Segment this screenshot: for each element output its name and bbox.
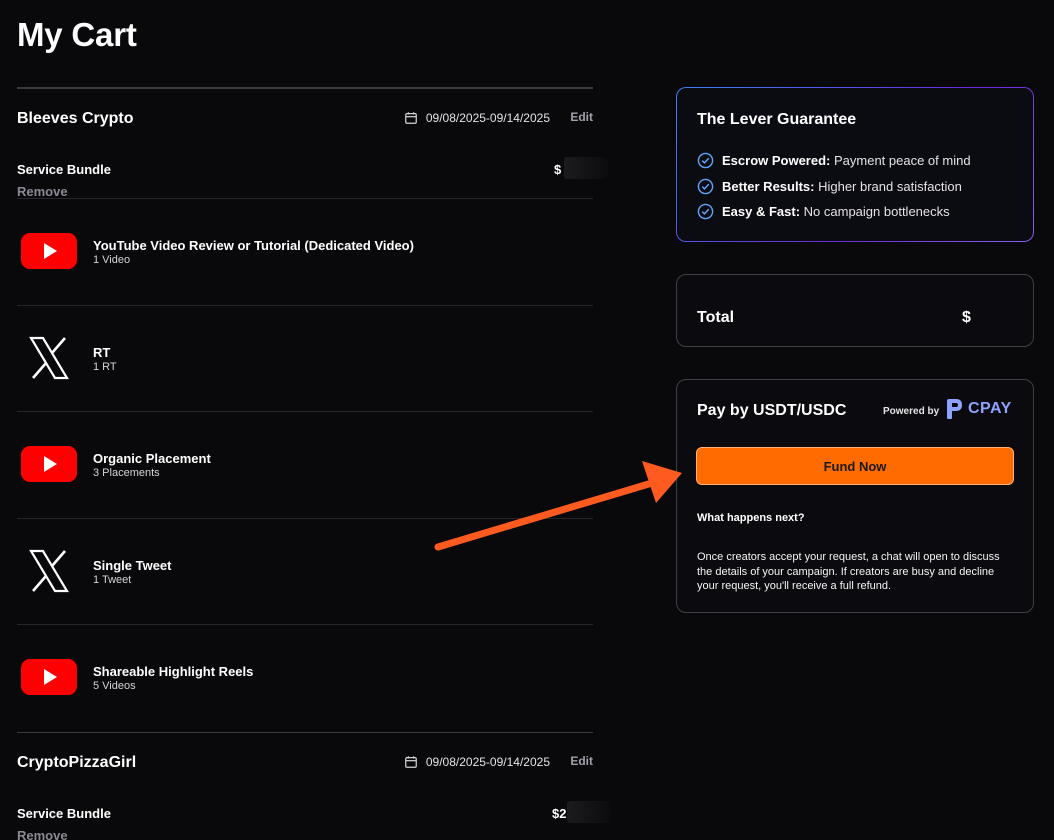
guarantee-item-text: Higher brand satisfaction bbox=[814, 179, 962, 194]
item-title: Organic Placement bbox=[93, 451, 211, 466]
date-range-text: 09/08/2025-09/14/2025 bbox=[425, 754, 550, 769]
remove-button[interactable]: Remove bbox=[17, 184, 68, 199]
total-card: Total $ bbox=[676, 274, 1034, 347]
guarantee-item: Better Results: Higher brand satisfactio… bbox=[697, 178, 962, 195]
next-steps-body: Once creators accept your request, a cha… bbox=[697, 551, 1000, 592]
guarantee-item: Easy & Fast: No campaign bottlenecks bbox=[697, 203, 950, 220]
calendar-icon bbox=[405, 755, 417, 768]
list-item: Organic Placement 3 Placements bbox=[17, 412, 593, 519]
cart-list: Bleeves Crypto 09/08/2025-09/14/2025 Edi… bbox=[17, 87, 611, 840]
edit-button[interactable]: Edit bbox=[570, 110, 593, 124]
guarantee-item: Escrow Powered: Payment peace of mind bbox=[697, 152, 971, 169]
total-label: Total bbox=[697, 309, 735, 326]
youtube-icon bbox=[21, 231, 77, 271]
item-quantity: 5 Videos bbox=[93, 680, 136, 692]
guarantee-item-text: No campaign bottlenecks bbox=[800, 204, 950, 219]
x-icon bbox=[21, 549, 77, 592]
list-item: Single Tweet 1 Tweet bbox=[17, 519, 593, 625]
guarantee-item-bold: Better Results: bbox=[722, 179, 815, 194]
total-value: $ bbox=[962, 309, 971, 326]
powered-by-label: Powered by bbox=[883, 406, 940, 417]
date-range: 09/08/2025-09/14/2025 bbox=[404, 755, 550, 769]
list-item: RT 1 RT bbox=[17, 306, 593, 412]
bundle-price: $2 bbox=[552, 805, 567, 821]
page-title: My Cart bbox=[17, 16, 137, 53]
check-circle-icon bbox=[697, 152, 714, 169]
guarantee-title: The Lever Guarantee bbox=[697, 111, 857, 128]
check-circle-icon bbox=[697, 203, 714, 220]
vendor-block: CryptoPizzaGirl 09/08/2025-09/14/2025 Ed… bbox=[17, 731, 611, 840]
guarantee-item-text: Payment peace of mind bbox=[830, 153, 971, 168]
vendor-header: CryptoPizzaGirl 09/08/2025-09/14/2025 Ed… bbox=[17, 733, 593, 795]
payment-title: Pay by USDT/USDC bbox=[697, 402, 847, 419]
vendor-name: Bleeves Crypto bbox=[17, 110, 134, 127]
price-redaction bbox=[564, 157, 608, 179]
item-quantity: 1 RT bbox=[93, 360, 117, 373]
cpay-text: CPAY bbox=[968, 400, 1012, 417]
check-circle-icon bbox=[697, 178, 714, 195]
item-title: Shareable Highlight Reels bbox=[93, 664, 254, 679]
youtube-icon bbox=[21, 444, 77, 484]
vendor-block: Bleeves Crypto 09/08/2025-09/14/2025 Edi… bbox=[17, 87, 608, 732]
date-range-text: 09/08/2025-09/14/2025 bbox=[425, 111, 550, 125]
edit-button[interactable]: Edit bbox=[570, 754, 593, 768]
youtube-icon bbox=[21, 657, 77, 697]
price-redaction bbox=[567, 800, 611, 823]
item-title: YouTube Video Review or Tutorial (Dedica… bbox=[93, 238, 414, 253]
item-quantity: 3 Placements bbox=[93, 467, 160, 479]
item-quantity: 1 Tweet bbox=[93, 573, 132, 586]
service-bundle-row: Service Bundle $ Remove bbox=[17, 151, 608, 199]
guarantee-item-bold: Easy & Fast: bbox=[722, 204, 801, 219]
x-icon bbox=[21, 336, 77, 379]
date-range: 09/08/2025-09/14/2025 bbox=[404, 111, 550, 125]
payment-card: Pay by USDT/USDC Powered by CPAY Fund No… bbox=[676, 379, 1034, 613]
bundle-price: $ bbox=[554, 162, 562, 177]
guarantee-item-bold: Escrow Powered: bbox=[722, 153, 831, 168]
cart-page: My Cart Bleeves Crypto 09/08/2025-09/14/… bbox=[0, 0, 1054, 840]
service-bundle-row: Service Bundle $2 Remove bbox=[17, 795, 611, 840]
item-title: RT bbox=[93, 344, 111, 360]
vendor-name: CryptoPizzaGirl bbox=[17, 753, 137, 771]
service-bundle-label: Service Bundle bbox=[17, 162, 111, 177]
service-bundle-label: Service Bundle bbox=[17, 805, 111, 821]
item-title: Single Tweet bbox=[93, 557, 172, 573]
calendar-icon bbox=[405, 112, 417, 124]
next-steps-title: What happens next? bbox=[697, 512, 805, 524]
cpay-logo: CPAY bbox=[944, 398, 1012, 420]
guarantee-card: The Lever Guarantee Escrow Powered: Paym… bbox=[676, 87, 1034, 242]
list-item: YouTube Video Review or Tutorial (Dedica… bbox=[17, 199, 593, 306]
remove-button[interactable]: Remove bbox=[17, 828, 68, 840]
fund-now-button[interactable]: Fund Now bbox=[696, 447, 1014, 485]
vendor-header: Bleeves Crypto 09/08/2025-09/14/2025 Edi… bbox=[17, 89, 593, 151]
list-item: Shareable Highlight Reels 5 Videos bbox=[17, 625, 593, 732]
item-quantity: 1 Video bbox=[93, 254, 131, 266]
cpay-logo-icon bbox=[947, 399, 962, 419]
